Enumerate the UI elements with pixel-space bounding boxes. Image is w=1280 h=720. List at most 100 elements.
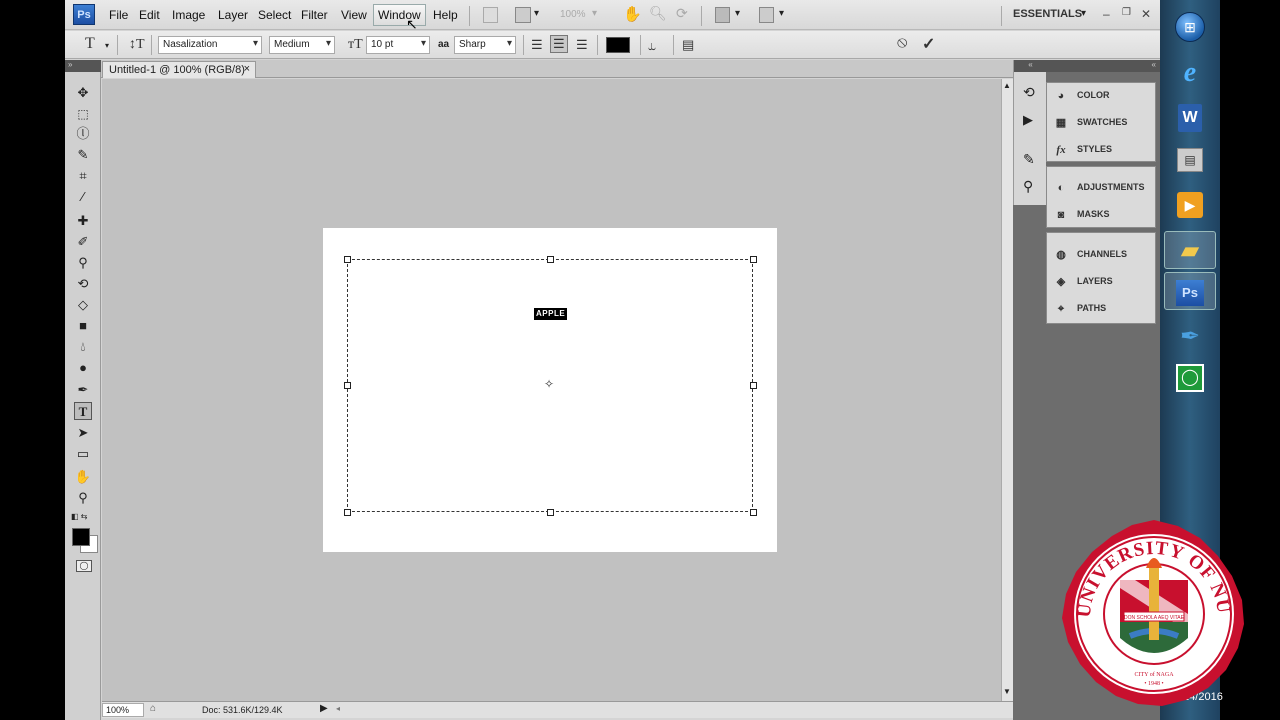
workspace-switcher[interactable]: ESSENTIALS xyxy=(1013,8,1082,20)
text-color-swatch[interactable] xyxy=(606,37,630,53)
warp-text-icon[interactable]: ⥿ xyxy=(648,37,656,54)
font-size-select[interactable]: 10 pt xyxy=(366,36,430,54)
chevron-down-icon[interactable]: ▾ xyxy=(105,41,109,50)
blur-tool-icon[interactable]: 💧︎ xyxy=(74,338,92,356)
expand-panels-icon[interactable]: « xyxy=(1014,60,1047,72)
windows-start-icon[interactable]: ⊞ xyxy=(1175,12,1205,42)
tools-collapse-icon[interactable]: » xyxy=(65,60,101,72)
quick-selection-tool-icon[interactable]: ✎ xyxy=(74,146,92,164)
close-tab-icon[interactable]: × xyxy=(244,63,250,75)
hand-icon[interactable]: ✋ xyxy=(623,5,642,23)
rotate-view-icon[interactable]: ⟳ xyxy=(676,5,688,22)
window-icon[interactable]: ▤ xyxy=(1177,148,1203,172)
menu-edit[interactable]: Edit xyxy=(139,8,160,22)
menu-help[interactable]: Help xyxy=(433,8,458,22)
gradient-tool-icon[interactable]: ■ xyxy=(74,317,92,335)
history-panel-icon[interactable]: ⟲ xyxy=(1023,84,1035,101)
align-right-icon[interactable]: ☰ xyxy=(576,37,588,53)
zoom-level[interactable]: 100% xyxy=(560,9,586,20)
text-orientation-icon[interactable]: ↕T xyxy=(129,37,145,53)
menu-view[interactable]: View xyxy=(341,8,367,22)
type-tool-icon[interactable]: T xyxy=(85,35,95,53)
hand-tool-icon[interactable]: ✋ xyxy=(74,468,92,486)
status-info-icon[interactable]: ⌂ xyxy=(150,703,156,714)
photoshop-taskbar-button[interactable]: Ps xyxy=(1164,272,1216,310)
panel-adjustments[interactable]: ◐ ADJUSTMENTS xyxy=(1053,177,1145,197)
internet-explorer-icon[interactable]: e xyxy=(1175,58,1205,88)
menu-file[interactable]: File xyxy=(109,8,128,22)
scroll-down-icon[interactable]: ▼ xyxy=(1003,687,1011,696)
crop-tool-icon[interactable]: ⌗ xyxy=(74,167,92,185)
panel-masks[interactable]: ◙ MASKS xyxy=(1053,204,1110,224)
screen-mode-icon[interactable] xyxy=(759,7,774,23)
move-tool-icon[interactable]: ✥ xyxy=(74,84,92,102)
close-button[interactable]: ✕ xyxy=(1141,7,1151,21)
shape-tool-icon[interactable]: ▭ xyxy=(74,445,92,463)
marquee-tool-icon[interactable]: ⬚ xyxy=(74,105,92,123)
align-left-icon[interactable]: ☰ xyxy=(531,37,543,53)
chevron-down-icon[interactable]: ▾ xyxy=(592,8,597,19)
actions-panel-icon[interactable]: ▶ xyxy=(1023,112,1033,128)
transform-handle[interactable] xyxy=(750,509,757,516)
align-center-icon[interactable]: ☰ xyxy=(550,35,568,53)
menu-image[interactable]: Image xyxy=(172,8,205,22)
panel-color[interactable]: ◕ COLOR xyxy=(1053,85,1110,105)
default-colors-icon[interactable]: ◧ ⇆ xyxy=(71,512,87,521)
path-selection-tool-icon[interactable]: ➤ xyxy=(74,424,92,442)
vertical-scrollbar[interactable]: ▲ ▼ xyxy=(1001,79,1013,701)
transform-handle[interactable] xyxy=(547,256,554,263)
panel-layers[interactable]: ◈ LAYERS xyxy=(1053,271,1113,291)
transform-handle[interactable] xyxy=(344,509,351,516)
menu-filter[interactable]: Filter xyxy=(301,8,328,22)
pen-tool-icon[interactable]: ✒ xyxy=(74,381,92,399)
status-zoom-field[interactable]: 100% xyxy=(102,703,144,717)
status-menu-icon[interactable]: ▶ xyxy=(320,703,328,714)
chevron-down-icon[interactable]: ▾ xyxy=(1081,8,1086,19)
type-tool-icon[interactable]: T xyxy=(74,402,92,420)
quick-mask-icon[interactable]: ◯ xyxy=(76,560,92,572)
brush-tool-icon[interactable]: ✐ xyxy=(74,233,92,251)
cancel-icon[interactable]: ⦸ xyxy=(897,34,907,52)
scroll-left-icon[interactable]: ◂ xyxy=(336,704,340,713)
word-icon[interactable]: W xyxy=(1178,104,1202,132)
lasso-tool-icon[interactable]: ⓛ xyxy=(74,125,92,143)
chevron-down-icon[interactable]: ▾ xyxy=(735,8,740,19)
transform-handle[interactable] xyxy=(344,382,351,389)
document-tab[interactable]: Untitled-1 @ 100% (RGB/8) × xyxy=(102,61,256,78)
canvas-text-layer[interactable]: APPLE xyxy=(534,308,568,320)
transform-handle[interactable] xyxy=(344,256,351,263)
healing-brush-tool-icon[interactable]: ✚ xyxy=(74,212,92,230)
history-brush-tool-icon[interactable]: ⟲ xyxy=(74,275,92,293)
panel-swatches[interactable]: ▦ SWATCHES xyxy=(1053,112,1128,132)
panel-styles[interactable]: fx STYLES xyxy=(1053,139,1112,159)
foreground-color-swatch[interactable] xyxy=(72,528,90,546)
view-extras-icon[interactable] xyxy=(515,7,531,23)
brushes-panel-icon[interactable]: ✎ xyxy=(1023,151,1035,168)
transform-handle[interactable] xyxy=(750,256,757,263)
chevron-down-icon[interactable]: ▾ xyxy=(534,8,539,19)
chevron-down-icon[interactable]: ▾ xyxy=(779,8,784,19)
menu-layer[interactable]: Layer xyxy=(218,8,248,22)
arrange-documents-icon[interactable] xyxy=(715,7,730,23)
folder-icon[interactable]: ▰ xyxy=(1164,231,1216,269)
antialias-select[interactable]: Sharp xyxy=(454,36,516,54)
commit-icon[interactable]: ✓ xyxy=(922,34,935,54)
green-app-icon[interactable]: ◯ xyxy=(1176,364,1204,392)
panel-paths[interactable]: ⌖ PATHS xyxy=(1053,298,1106,318)
transform-handle[interactable] xyxy=(547,509,554,516)
character-panel-icon[interactable]: ▤ xyxy=(682,37,694,53)
pen-app-icon[interactable]: ✒ xyxy=(1175,322,1205,352)
menu-window[interactable]: Window xyxy=(373,4,426,26)
eyedropper-tool-icon[interactable]: ⁄ xyxy=(74,188,92,206)
transform-handle[interactable] xyxy=(750,382,757,389)
canvas-area[interactable]: ✧ APPLE xyxy=(102,79,1001,701)
zoom-tool-icon[interactable]: ⚲ xyxy=(74,489,92,507)
clone-stamp-tool-icon[interactable]: ⚲ xyxy=(74,254,92,272)
minimize-button[interactable]: – xyxy=(1103,7,1110,21)
restore-button[interactable]: ❐ xyxy=(1122,7,1131,18)
bridge-icon[interactable] xyxy=(483,7,498,23)
dodge-tool-icon[interactable]: ● xyxy=(74,359,92,377)
zoom-icon[interactable]: 🔍︎ xyxy=(649,5,667,22)
scroll-up-icon[interactable]: ▲ xyxy=(1003,81,1011,90)
font-family-select[interactable]: Nasalization xyxy=(158,36,262,54)
